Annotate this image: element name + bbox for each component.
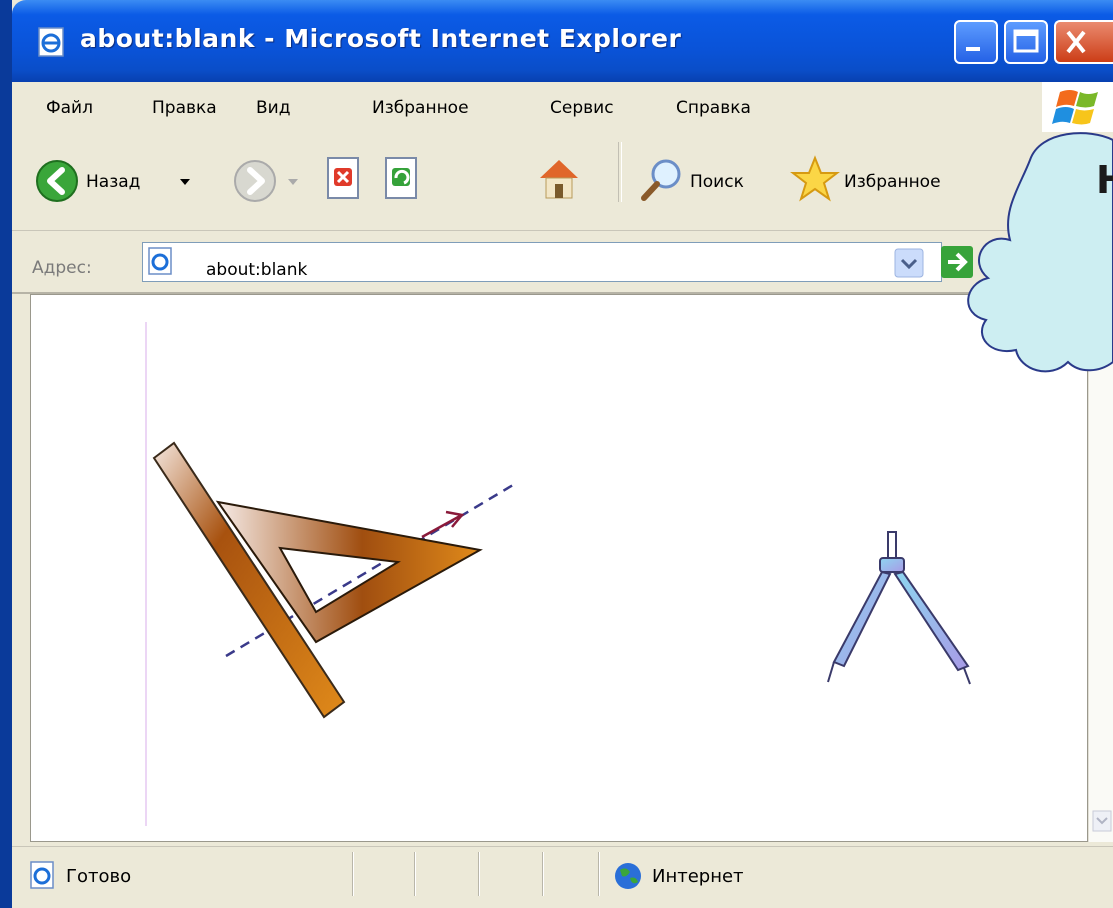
zone-label: Интернет xyxy=(652,866,744,887)
browser-window: about:blank - Microsoft Internet Explore… xyxy=(12,0,1113,908)
ruler-icon xyxy=(152,441,346,719)
status-divider xyxy=(352,852,354,896)
callout-cloud xyxy=(967,132,1113,373)
page-status-icon xyxy=(30,861,54,889)
status-divider xyxy=(478,852,480,896)
status-divider xyxy=(414,852,416,896)
content-drawing xyxy=(145,322,971,826)
status-divider xyxy=(542,852,544,896)
status-text: Готово xyxy=(66,866,132,887)
ray-arrow-icon xyxy=(421,510,465,539)
status-divider xyxy=(598,852,600,896)
callout-text: Н xyxy=(1096,158,1113,202)
internet-globe-icon xyxy=(615,863,641,889)
compass-icon xyxy=(827,531,971,685)
status-bar xyxy=(12,846,1113,908)
